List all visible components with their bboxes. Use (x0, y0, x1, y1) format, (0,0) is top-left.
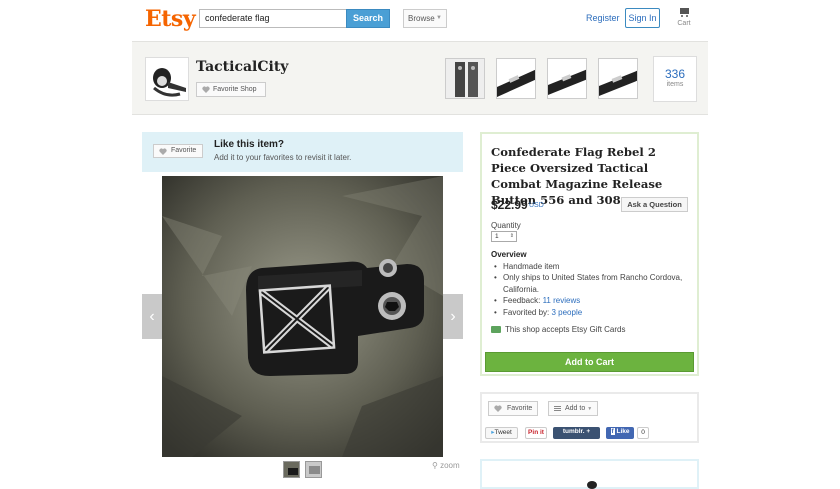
quantity-value: 1 (495, 233, 499, 240)
gift-cards-note: This shop accepts Etsy Gift Cards (491, 325, 626, 334)
tweet-label: Tweet (494, 429, 512, 436)
facebook-like-button[interactable]: f Like (606, 427, 634, 439)
plus-icon: + (584, 428, 591, 435)
gift-card-icon (491, 326, 501, 333)
gift-cards-label: This shop accepts Etsy Gift Cards (505, 325, 626, 334)
currency-label[interactable]: USD (529, 202, 544, 209)
overview-list: Handmade item Only ships to United State… (491, 261, 691, 318)
social-actions: Favorite Add to ▼ ▸Tweet Pin it tumblr. … (480, 392, 699, 443)
site-header: Etsy confederate flag Search Browse ▼ Re… (0, 0, 840, 40)
favorite-label: Favorite (171, 147, 197, 154)
like-subtitle: Add it to your favorites to revisit it l… (214, 153, 352, 162)
heart-icon (202, 86, 210, 93)
list-icon (554, 406, 561, 411)
shop-item-thumbnail[interactable] (547, 58, 587, 99)
listing-photo[interactable] (162, 176, 443, 457)
like-this-item-panel: Favorite Like this item? Add it to your … (142, 132, 463, 172)
shop-item-thumbnail[interactable] (496, 58, 536, 99)
shop-avatar[interactable] (145, 57, 189, 101)
chevron-down-icon: ▼ (587, 406, 593, 412)
add-to-label: Add to (565, 405, 586, 412)
pin-it-button[interactable]: Pin it (525, 427, 547, 439)
favorite-shop-button[interactable]: Favorite Shop (196, 82, 266, 97)
magnifier-icon: ⚲ (432, 461, 438, 470)
listing-photo-viewer: ‹ › (142, 176, 463, 457)
tumblr-label: tumblr. (562, 428, 585, 435)
overview-item: Feedback: 11 reviews (491, 295, 691, 307)
feedback-label: Feedback: (503, 296, 543, 306)
overview-item: Favorited by: 3 people (491, 307, 691, 319)
register-link[interactable]: Register (586, 13, 620, 23)
chevron-updown-icon: ⇕ (509, 233, 514, 239)
overview-title: Overview (491, 250, 527, 259)
facebook-icon: f (610, 428, 615, 435)
overview-item: Handmade item (491, 261, 691, 273)
shop-avatar-small[interactable] (586, 479, 598, 489)
favorite-item-button[interactable]: Favorite (488, 401, 538, 416)
cart-label: Cart (677, 20, 691, 27)
shop-banner: TacticalCity Favorite Shop 336 items (132, 41, 708, 115)
shop-item-thumbnail[interactable] (445, 58, 485, 99)
overview-item: Only ships to United States from Rancho … (491, 272, 691, 295)
favorited-label: Favorited by: (503, 307, 552, 317)
buy-box: Confederate Flag Rebel 2 Piece Oversized… (480, 132, 699, 376)
cart-link[interactable]: Cart (674, 6, 694, 27)
listing-price: $22.99 (491, 198, 528, 212)
items-count: 336 (664, 67, 686, 81)
search-input[interactable]: confederate flag (199, 9, 346, 28)
like-label: Like (616, 428, 630, 435)
photo-thumbnail[interactable] (283, 461, 300, 478)
previous-photo-button[interactable]: ‹ (142, 294, 162, 339)
reviews-link[interactable]: 11 reviews (543, 296, 581, 305)
search-button[interactable]: Search (346, 9, 390, 28)
shop-item-thumbnail[interactable] (598, 58, 638, 99)
next-photo-button[interactable]: › (443, 294, 463, 339)
cart-icon (679, 8, 690, 17)
zoom-control[interactable]: ⚲ zoom (432, 461, 460, 470)
ask-a-question-button[interactable]: Ask a Question (621, 197, 688, 212)
sign-in-button[interactable]: Sign In (625, 8, 660, 28)
quantity-label: Quantity (491, 221, 521, 230)
tweet-button[interactable]: ▸Tweet (485, 427, 518, 439)
add-to-list-button[interactable]: Add to ▼ (548, 401, 598, 416)
zoom-label: zoom (440, 461, 460, 470)
shop-items-count[interactable]: 336 items (653, 56, 697, 102)
tumblr-button[interactable]: tumblr. + (553, 427, 600, 439)
items-label: items (666, 81, 684, 88)
add-to-cart-button[interactable]: Add to Cart (485, 352, 694, 372)
like-title: Like this item? (214, 139, 285, 150)
heart-icon (494, 405, 502, 412)
facebook-like-count: 0 (637, 427, 649, 439)
favorite-item-label: Favorite (507, 405, 533, 412)
favorite-button[interactable]: Favorite (153, 144, 203, 158)
favorite-shop-label: Favorite Shop (213, 86, 257, 93)
browse-label: Browse (408, 14, 435, 23)
favorited-people-link[interactable]: 3 people (551, 308, 582, 317)
etsy-logo[interactable]: Etsy (145, 6, 196, 32)
chevron-down-icon: ▼ (436, 15, 442, 21)
quantity-select[interactable]: 1 ⇕ (491, 231, 517, 242)
shop-name[interactable]: TacticalCity (196, 59, 288, 75)
browse-dropdown[interactable]: Browse ▼ (403, 9, 447, 28)
heart-icon (159, 148, 167, 155)
photo-thumbnail[interactable] (305, 461, 322, 478)
